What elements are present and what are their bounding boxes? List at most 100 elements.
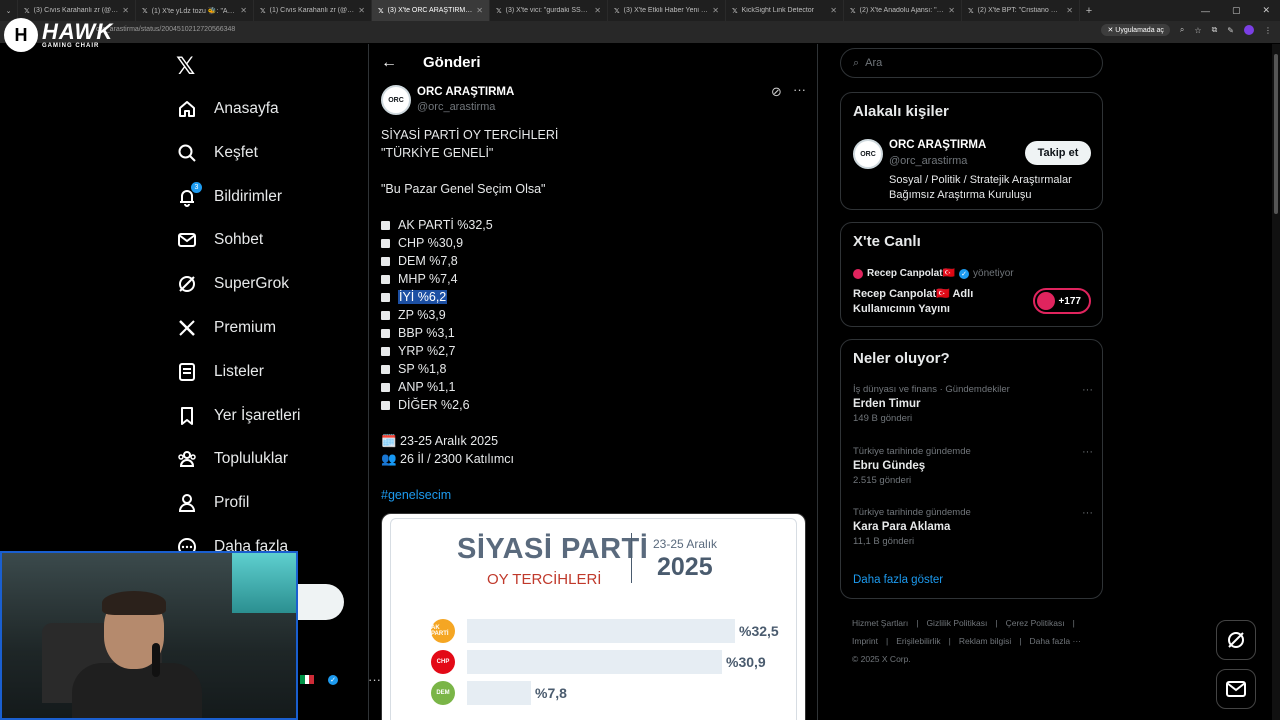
poll-result-text: İYİ %6,2 <box>398 290 448 304</box>
footer-link[interactable]: Daha fazla ··· <box>1029 636 1081 646</box>
sidebar-item-sohbet[interactable]: Sohbet <box>176 225 263 255</box>
sidebar-item-supergrok[interactable]: SuperGrok <box>176 269 289 299</box>
author-name[interactable]: ORC ARAŞTIRMA <box>417 86 514 98</box>
poll-result-text: ZP %3,9 <box>398 308 446 322</box>
author-handle[interactable]: @orc_arastirma <box>417 101 495 113</box>
footer-link[interactable]: Gizlilik Politikası <box>926 618 987 628</box>
close-tab-icon[interactable]: ✕ <box>122 6 129 15</box>
trend-meta: Türkiye tarihinde gündemde <box>853 445 971 457</box>
poll-bar-row: CHP %30,9 <box>431 650 766 674</box>
sidebar-item-premium[interactable]: Premium <box>176 313 276 343</box>
puzzle-icon[interactable]: ✎ <box>1227 26 1234 35</box>
poll-result-line: YRP %2,7 <box>381 342 801 360</box>
live-host[interactable]: Recep Canpolat🇹🇷 ✓ yönetiyor <box>853 268 1014 279</box>
sidebar-item-label: Anasayfa <box>214 100 279 117</box>
follow-button[interactable]: Takip et <box>1025 141 1091 165</box>
close-tab-icon[interactable]: ✕ <box>1066 6 1073 15</box>
sidebar-item-keşfet[interactable]: Keşfet <box>176 138 258 168</box>
browser-tab[interactable]: 𝕏 KickSight Link Detector ✕ <box>726 0 844 21</box>
scrollbar-thumb[interactable] <box>1274 54 1278 214</box>
footer-link[interactable]: Hizmet Şartları <box>852 618 908 628</box>
live-listener-count[interactable]: +177 <box>1033 288 1091 314</box>
trend-item[interactable]: İş dünyası ve finans · Gündemdekiler Erde… <box>853 384 1093 424</box>
chevron-down-icon: ⌄ <box>5 7 12 15</box>
verified-icon: ✓ <box>328 674 338 685</box>
zoom-icon[interactable]: ⌕ <box>1180 25 1184 35</box>
hashtag-link[interactable]: #genelsecim <box>381 486 801 504</box>
close-tab-icon[interactable]: ✕ <box>240 6 247 15</box>
sidebar-item-label: Topluluklar <box>214 450 289 468</box>
x-logo-icon[interactable]: 𝕏 <box>176 52 195 81</box>
open-in-app-button[interactable]: ✕ Uygulamada aç <box>1101 24 1170 36</box>
sidebar-item-label: Premium <box>214 319 277 336</box>
close-tab-icon[interactable]: ✕ <box>712 6 719 15</box>
poll-graphic-subtitle: OY TERCİHLERİ <box>487 571 602 588</box>
sidebar-item-label: Yer İşaretleri <box>214 406 301 424</box>
live-stream-title[interactable]: Recep Canpolat🇹🇷 Adlı Kullanıcının Yayın… <box>853 287 1023 317</box>
sidebar-item-label: Keşfet <box>214 143 258 161</box>
sidebar-item-label: Sohbet <box>214 231 264 249</box>
browser-menu-icon[interactable]: ⋮ <box>1264 26 1272 35</box>
trend-more-icon[interactable]: ··· <box>1082 446 1093 458</box>
footer-link[interactable]: Reklam bilgisi <box>959 636 1011 646</box>
verified-icon: ✓ <box>959 268 970 279</box>
grok-icon[interactable]: ⊘ <box>771 84 782 100</box>
new-tab-button[interactable]: + <box>1080 5 1098 17</box>
browser-tab[interactable]: 𝕏(3) X'te Etkili Haber Yeni Sayfa:✕ <box>608 0 726 21</box>
sidebar-item-profil[interactable]: Profil <box>176 488 249 518</box>
back-arrow-icon[interactable]: ← <box>381 54 397 72</box>
list-icon <box>176 361 198 383</box>
sidebar-item-label: SuperGrok <box>214 275 289 293</box>
browser-profile-avatar[interactable] <box>1244 25 1254 35</box>
footer-link[interactable]: Erişilebilirlik <box>896 636 940 646</box>
close-tab-icon[interactable]: ✕ <box>476 6 483 15</box>
post-date-line: 🗓️ 23-25 Aralık 2025 <box>381 434 499 448</box>
page-scrollbar[interactable] <box>1272 44 1280 720</box>
extensions-icon[interactable]: ⧉ <box>1212 25 1218 35</box>
author-avatar[interactable]: ORC <box>381 85 411 115</box>
related-avatar[interactable]: ORC <box>853 139 883 169</box>
footer-link[interactable]: Çerez Politikası <box>1006 618 1065 628</box>
poll-result-line: ZP %3,9 <box>381 306 801 324</box>
show-more-link[interactable]: Daha fazla göster <box>853 574 943 586</box>
browser-tab[interactable]: 𝕏(1) X'te yLdz tozu 🐝: "Asla ev...✕ <box>136 0 254 21</box>
footer-link[interactable]: Imprint <box>852 636 878 646</box>
poll-result-text: DİĞER %2,6 <box>398 398 470 412</box>
browser-tab[interactable]: 𝕏(3) X'te ORC ARAŞTIRMA: "SİYA✕ <box>372 0 490 21</box>
live-ring-icon <box>1037 292 1055 310</box>
trend-item[interactable]: Türkiye tarihinde gündemde Ebru Gündeş 2.5… <box>853 446 1093 486</box>
maximize-icon[interactable]: ▢ <box>1232 5 1241 16</box>
close-tab-icon[interactable]: ✕ <box>948 6 955 15</box>
browser-tab[interactable]: 𝕏(3) X'te vici: "gurdaki SSD (1tb d✕ <box>490 0 608 21</box>
close-tab-icon[interactable]: ✕ <box>358 6 365 15</box>
close-tab-icon[interactable]: ✕ <box>830 6 837 15</box>
search-input[interactable]: ⌕ Ara <box>840 48 1103 78</box>
browser-tab[interactable]: 𝕏 (2) X'te Anadolu Ajansı: "Kuzu ✕ <box>844 0 962 21</box>
x-icon: 𝕏 <box>142 7 148 15</box>
post-image[interactable]: SİYASİ PARTİ OY TERCİHLERİ 23-25 Aralık … <box>381 513 806 720</box>
poll-result-line: İYİ %6,2 <box>381 288 801 306</box>
sidebar-item-listeler[interactable]: Listeler <box>176 357 264 387</box>
post-more-icon[interactable]: ··· <box>793 82 806 97</box>
close-tab-icon[interactable]: ✕ <box>594 6 601 15</box>
sidebar-item-topluluklar[interactable]: Topluluklar <box>176 444 288 474</box>
browser-tab[interactable]: 𝕏(1) Cıvıs Karahanlı zr (@karahan✕ <box>254 0 372 21</box>
trend-more-icon[interactable]: ··· <box>1082 384 1093 396</box>
close-icon[interactable]: ✕ <box>1262 5 1270 16</box>
sidebar-item-yer-i-şaretleri[interactable]: Yer İşaretleri <box>176 401 300 431</box>
messages-fab[interactable] <box>1216 669 1256 709</box>
trend-item[interactable]: Türkiye tarihinde gündemde Kara Para Akla… <box>853 507 1093 547</box>
url-field[interactable]: orc_arastirma/status/2004510212720566348 <box>96 26 235 33</box>
poll-bar-row: AK PARTİ %32,5 <box>431 619 779 643</box>
minimize-icon[interactable]: — <box>1201 6 1210 16</box>
grok-icon <box>1228 632 1244 648</box>
star-icon[interactable]: ☆ <box>1194 26 1201 35</box>
related-name[interactable]: ORC ARAŞTIRMA <box>889 139 986 151</box>
footer-link[interactable]: © 2025 X Corp. <box>852 654 911 664</box>
related-handle[interactable]: @orc_arastirma <box>889 155 967 167</box>
sidebar-item-anasayfa[interactable]: Anasayfa <box>176 94 279 124</box>
browser-tab[interactable]: 𝕏(2) X'te BPT: "Cristiano Ronaldo✕ <box>962 0 1080 21</box>
grok-fab[interactable] <box>1216 620 1256 660</box>
trend-more-icon[interactable]: ··· <box>1082 507 1093 519</box>
sidebar-item-bildirimler[interactable]: 3 Bildirimler <box>176 181 282 212</box>
